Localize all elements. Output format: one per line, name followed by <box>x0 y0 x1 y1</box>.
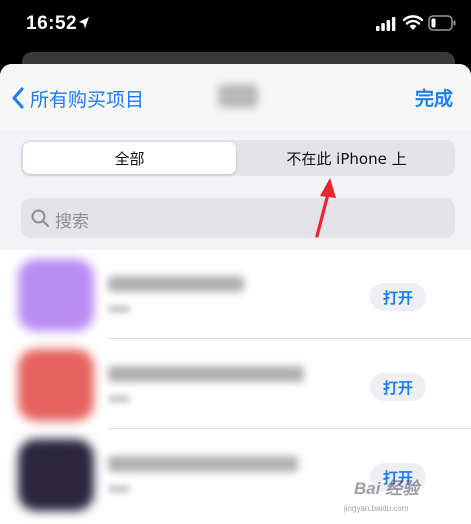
done-button[interactable]: 完成 <box>415 84 453 111</box>
blurred-app-name <box>108 456 298 472</box>
search-field[interactable]: 搜索 <box>21 198 455 238</box>
list-item[interactable]: 打开 <box>0 340 471 429</box>
app-icon <box>18 259 94 331</box>
segment-area: 全部 不在此 iPhone 上 <box>0 130 471 186</box>
status-time: 16:52 <box>26 13 78 34</box>
search-icon <box>31 209 49 227</box>
back-button[interactable]: 所有购买项目 <box>12 84 144 112</box>
watermark-url: jingyan.baidu.com <box>344 504 409 513</box>
segment-all[interactable]: 全部 <box>23 142 236 174</box>
watermark-logo: Bai 经验 <box>354 479 420 498</box>
baidu-watermark: Bai 经验 jingyan.baidu.com <box>344 474 420 513</box>
red-arrow-annotation <box>315 178 336 238</box>
segment-not-on-this-iphone[interactable]: 不在此 iPhone 上 <box>240 142 453 174</box>
purchases-sheet: 所有购买项目 完成 全部 不在此 iPhone 上 搜索 打开 打开 打开 <box>0 64 471 524</box>
cellular-signal-icon <box>376 17 396 31</box>
battery-icon <box>428 15 456 31</box>
segmented-control: 全部 不在此 iPhone 上 <box>21 140 455 176</box>
location-arrow-icon <box>79 17 89 29</box>
blurred-app-name <box>108 366 304 382</box>
chevron-left-icon <box>12 87 24 109</box>
row-divider <box>108 338 471 339</box>
app-icon <box>18 349 94 421</box>
list-item[interactable]: 打开 <box>0 250 471 339</box>
open-button[interactable]: 打开 <box>370 283 426 311</box>
wifi-icon <box>403 15 423 30</box>
blurred-app-subtitle <box>108 305 130 313</box>
blurred-nav-title <box>218 84 258 108</box>
blurred-app-subtitle <box>108 395 130 403</box>
app-icon <box>18 439 94 511</box>
navigation-bar: 所有购买项目 完成 <box>0 64 471 131</box>
row-divider <box>108 428 471 429</box>
open-button[interactable]: 打开 <box>370 373 426 401</box>
status-bar: 16:52 <box>0 0 471 52</box>
blurred-app-subtitle <box>108 485 130 493</box>
search-placeholder: 搜索 <box>55 212 89 232</box>
back-button-label: 所有购买项目 <box>30 88 145 111</box>
blurred-app-name <box>108 276 244 292</box>
